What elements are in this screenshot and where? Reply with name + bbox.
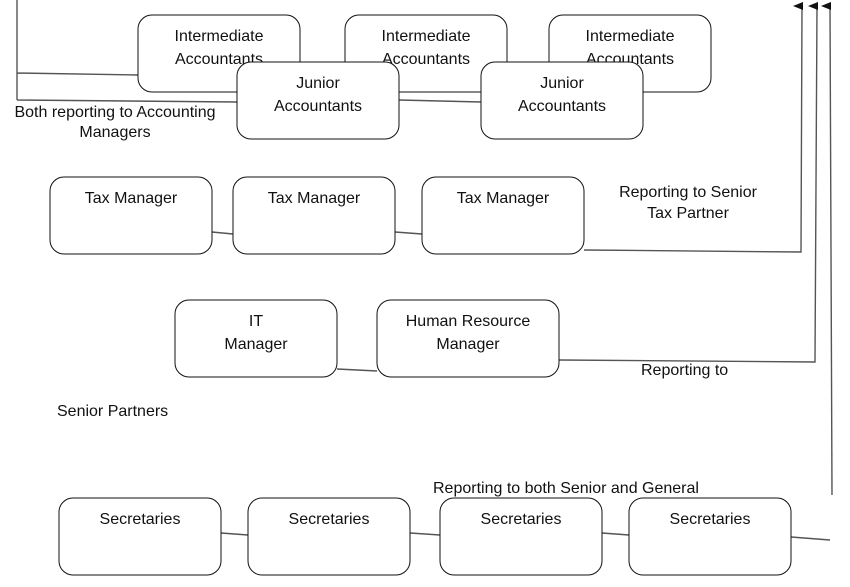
- node-label: Accountants: [382, 51, 470, 68]
- node-box: [628, 497, 792, 576]
- junior-node: Junior Accountants: [480, 61, 644, 140]
- node-box: [232, 176, 396, 255]
- node-label: Secretaries: [670, 511, 751, 528]
- secretaries-node: Secretaries: [628, 497, 792, 576]
- node-label: Tax Manager: [268, 190, 361, 207]
- secretaries-node: Secretaries: [247, 497, 411, 576]
- node-label: Manager: [436, 336, 500, 353]
- node-box: [421, 176, 585, 255]
- secretaries-reporting-arrow: [821, 1, 833, 496]
- node-label: Tax Manager: [85, 190, 178, 207]
- reporting-to-note: Reporting to: [641, 362, 728, 379]
- senior-partners-note: Senior Partners: [57, 403, 168, 420]
- node-label: Tax Manager: [457, 190, 550, 207]
- node-label: Intermediate: [382, 28, 471, 45]
- node-box: [247, 497, 411, 576]
- hr-node: Human Resource Manager: [376, 299, 560, 378]
- node-box: [49, 176, 213, 255]
- it-hr-connector: [336, 368, 378, 372]
- tax-connector-1: [211, 231, 234, 235]
- node-label: Junior: [540, 75, 584, 92]
- secretary-connector-2: [409, 532, 441, 536]
- secretary-connector-1: [220, 532, 249, 536]
- node-label: IT: [249, 313, 263, 330]
- node-label: Intermediate: [175, 28, 264, 45]
- node-label: Accountants: [274, 98, 362, 115]
- node-box: [439, 497, 603, 576]
- tax-partner-note-line2: Tax Partner: [647, 205, 729, 222]
- accounting-note-line1: Both reporting to Accounting: [14, 104, 215, 121]
- node-label: Manager: [224, 336, 288, 353]
- node-label: Intermediate: [586, 28, 675, 45]
- tax-node: Tax Manager: [232, 176, 396, 255]
- tax-connector-2: [394, 231, 423, 235]
- node-box: [58, 497, 222, 576]
- it-node: IT Manager: [174, 299, 338, 378]
- junior-node: Junior Accountants: [236, 61, 400, 140]
- secretaries-reporting-line: [790, 536, 831, 541]
- accounting-note-line2: Managers: [79, 124, 150, 141]
- node-label: Secretaries: [481, 511, 562, 528]
- node-label: Secretaries: [100, 511, 181, 528]
- tax-partner-note-line1: Reporting to Senior: [619, 184, 758, 201]
- secretary-connector-3: [601, 532, 630, 536]
- junior-connector: [398, 99, 482, 103]
- node-label: Accountants: [518, 98, 606, 115]
- both-senior-general-note: Reporting to both Senior and General: [433, 480, 699, 497]
- tax-node: Tax Manager: [49, 176, 213, 255]
- tax-node: Tax Manager: [421, 176, 585, 255]
- node-label: Junior: [296, 75, 340, 92]
- node-label: Human Resource: [406, 313, 531, 330]
- node-label: Secretaries: [289, 511, 370, 528]
- secretaries-node: Secretaries: [439, 497, 603, 576]
- secretaries-node: Secretaries: [58, 497, 222, 576]
- org-chart-diagram: Intermediate Accountants Intermediate Accou…: [14, 0, 833, 576]
